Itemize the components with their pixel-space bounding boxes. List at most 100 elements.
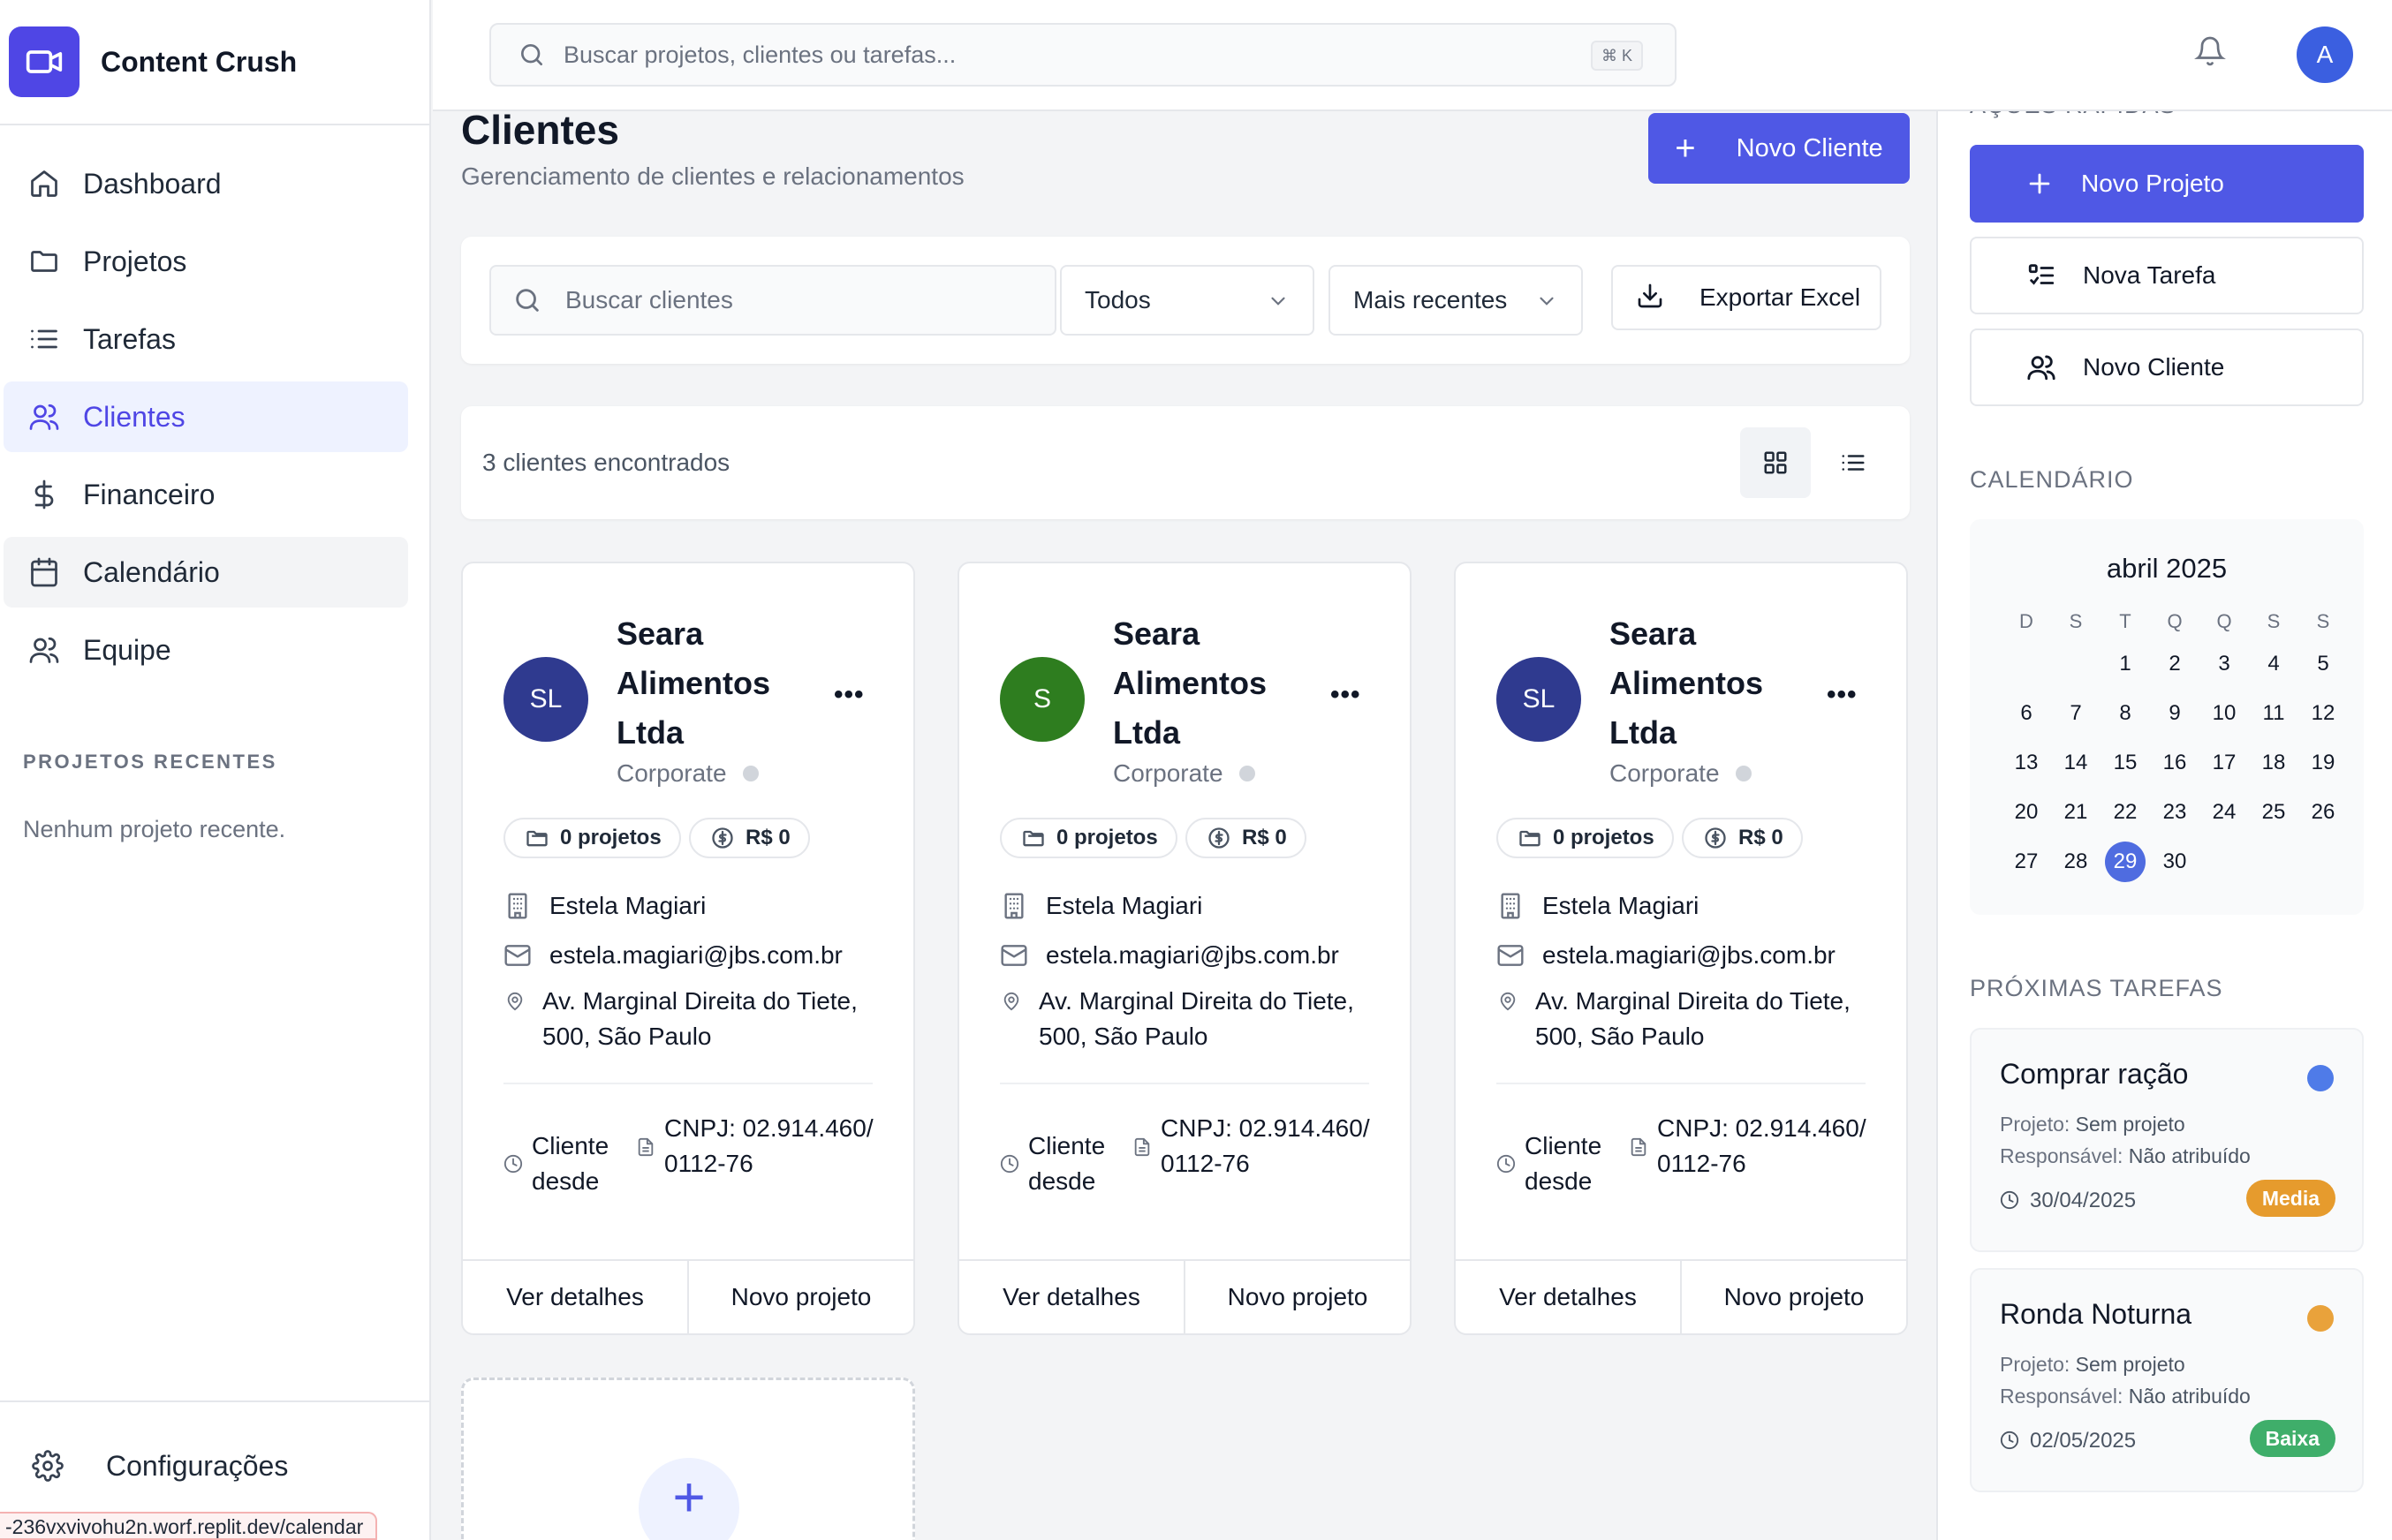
priority-badge: Baixa [2249, 1420, 2335, 1457]
calendar-day-number: 6 [2020, 701, 2032, 725]
revenue-badge: R$ 0 [689, 818, 810, 858]
contact-row: Estela Magiari [1496, 888, 1699, 924]
calendar-day[interactable]: 12 [2298, 689, 2348, 738]
calendar-day[interactable]: 18 [2249, 738, 2298, 788]
calendar-day-number: 9 [2169, 701, 2181, 725]
list-view-button[interactable] [1818, 427, 1889, 498]
calendar-day[interactable]: 2 [2150, 639, 2199, 689]
new-client-button[interactable]: + Novo Cliente [1648, 113, 1910, 184]
status-select[interactable]: Todos [1060, 265, 1314, 336]
folders-icon [525, 826, 549, 850]
calendar-day[interactable]: 8 [2101, 689, 2150, 738]
task-card[interactable]: Comprar ração Projeto: Sem projeto Respons… [1970, 1028, 2364, 1252]
calendar-day[interactable]: 26 [2298, 788, 2348, 837]
nav-item-clientes[interactable]: Clientes [4, 381, 408, 452]
recent-projects-title: PROJETOS RECENTES [23, 751, 277, 773]
calendar-day[interactable]: 21 [2051, 788, 2101, 837]
user-avatar[interactable]: A [2297, 26, 2353, 83]
client-since-label: Cliente desde [1028, 1132, 1106, 1195]
client-card: SL Seara Alimentos Ltda Corporate ••• 0 proj… [461, 562, 915, 1335]
calendar-day[interactable]: 6 [2002, 689, 2051, 738]
revenue-value: R$ 0 [746, 826, 791, 849]
calendar-day-number: 8 [2119, 701, 2131, 725]
calendar-day[interactable]: 25 [2249, 788, 2298, 837]
nav-item-financeiro[interactable]: Financeiro [4, 459, 408, 530]
calendar-day-number: 24 [2212, 800, 2237, 824]
nav-item-tarefas[interactable]: Tarefas [4, 304, 408, 374]
weekday-label: T [2119, 610, 2131, 632]
grid-view-button[interactable] [1740, 427, 1811, 498]
view-details-button[interactable]: Ver detalhes [463, 1261, 687, 1333]
calendar-day[interactable]: 29 [2101, 837, 2150, 887]
calendar-day[interactable]: 5 [2298, 639, 2348, 689]
quick-new-client-button[interactable]: Novo Cliente [1970, 328, 2364, 406]
task-project: Projeto: Sem projeto [2000, 1353, 2185, 1377]
client-cnpj: CNPJ: 02.914.460/0112-76 [636, 1111, 876, 1181]
main-nav: Dashboard Projetos Tarefas Clientes Fina… [0, 125, 429, 685]
calendar-day-number: 14 [2063, 751, 2088, 774]
nav-item-equipe[interactable]: Equipe [4, 615, 408, 685]
new-project-button[interactable]: Novo Projeto [1970, 145, 2364, 223]
new-project-button[interactable]: Novo projeto [1184, 1261, 1410, 1333]
client-type: Corporate [617, 759, 759, 788]
sort-select[interactable]: Mais recentes [1328, 265, 1583, 336]
more-options-icon[interactable]: ••• [834, 680, 865, 710]
status-url-tooltip: -236vxvivohu2n.worf.replit.dev/calendar [0, 1512, 378, 1540]
calendar-day[interactable]: 22 [2101, 788, 2150, 837]
nav-item-calendario[interactable]: Calendário [4, 537, 408, 608]
more-options-icon[interactable]: ••• [1827, 680, 1858, 710]
calendar-day-number: 27 [2014, 849, 2039, 873]
task-title: Comprar ração [2000, 1058, 2189, 1090]
mail-icon [1000, 941, 1028, 970]
calendar-day[interactable]: 7 [2051, 689, 2101, 738]
bell-icon[interactable] [2194, 35, 2233, 74]
more-options-icon[interactable]: ••• [1330, 680, 1361, 710]
global-search-input[interactable]: Buscar projetos, clientes ou tarefas... … [489, 23, 1677, 87]
calendar-day[interactable]: 23 [2150, 788, 2199, 837]
calendar-day-number: 2 [2169, 652, 2181, 676]
client-address: Av. Marginal Direita do Tiete, 500, São … [542, 987, 858, 1050]
new-project-button[interactable]: Novo projeto [1680, 1261, 1906, 1333]
calendar-day[interactable]: 15 [2101, 738, 2150, 788]
view-details-button[interactable]: Ver detalhes [959, 1261, 1184, 1333]
calendar-day[interactable]: 14 [2051, 738, 2101, 788]
view-details-button[interactable]: Ver detalhes [1456, 1261, 1680, 1333]
divider [503, 1083, 873, 1084]
add-client-card[interactable]: + [461, 1378, 915, 1540]
calendar-day[interactable]: 24 [2199, 788, 2249, 837]
calendar-day[interactable]: 13 [2002, 738, 2051, 788]
new-project-button[interactable]: Novo projeto [687, 1261, 913, 1333]
calendar-day[interactable]: 10 [2199, 689, 2249, 738]
client-cnpj: CNPJ: 02.914.460/0112-76 [1629, 1111, 1869, 1181]
calendar-day[interactable]: 16 [2150, 738, 2199, 788]
brand[interactable]: Content Crush [0, 0, 429, 125]
client-type: Corporate [1113, 759, 1255, 788]
calendar-day[interactable]: 27 [2002, 837, 2051, 887]
nav-item-projetos[interactable]: Projetos [4, 226, 408, 297]
contact-email: estela.magiari@jbs.com.br [1046, 941, 1339, 969]
calendar-day-number: 29 [2105, 842, 2146, 882]
calendar-day[interactable]: 3 [2199, 639, 2249, 689]
contact-email: estela.magiari@jbs.com.br [1542, 941, 1836, 969]
new-task-button[interactable]: Nova Tarefa [1970, 237, 2364, 314]
calendar-day[interactable]: 30 [2150, 837, 2199, 887]
client-search-input[interactable]: Buscar clientes [489, 265, 1056, 336]
calendar-day[interactable]: 19 [2298, 738, 2348, 788]
calendar-day-number: 26 [2311, 800, 2335, 824]
calendar-day[interactable]: 20 [2002, 788, 2051, 837]
home-icon [25, 164, 64, 203]
calendar-day[interactable]: 17 [2199, 738, 2249, 788]
calendar-day[interactable]: 4 [2249, 639, 2298, 689]
task-card[interactable]: Ronda Noturna Projeto: Sem projeto Respons… [1970, 1268, 2364, 1492]
address-row: Av. Marginal Direita do Tiete, 500, São … [1496, 984, 1885, 1054]
client-avatar: SL [503, 657, 588, 742]
calendar-day[interactable]: 1 [2101, 639, 2150, 689]
video-camera-icon [9, 26, 79, 97]
calendar-day[interactable]: 9 [2150, 689, 2199, 738]
client-avatar: S [1000, 657, 1085, 742]
calendar-day[interactable]: 28 [2051, 837, 2101, 887]
export-excel-button[interactable]: Exportar Excel [1611, 265, 1881, 330]
nav-item-dashboard[interactable]: Dashboard [4, 148, 408, 219]
projects-count-badge: 0 projetos [503, 818, 681, 858]
calendar-day[interactable]: 11 [2249, 689, 2298, 738]
